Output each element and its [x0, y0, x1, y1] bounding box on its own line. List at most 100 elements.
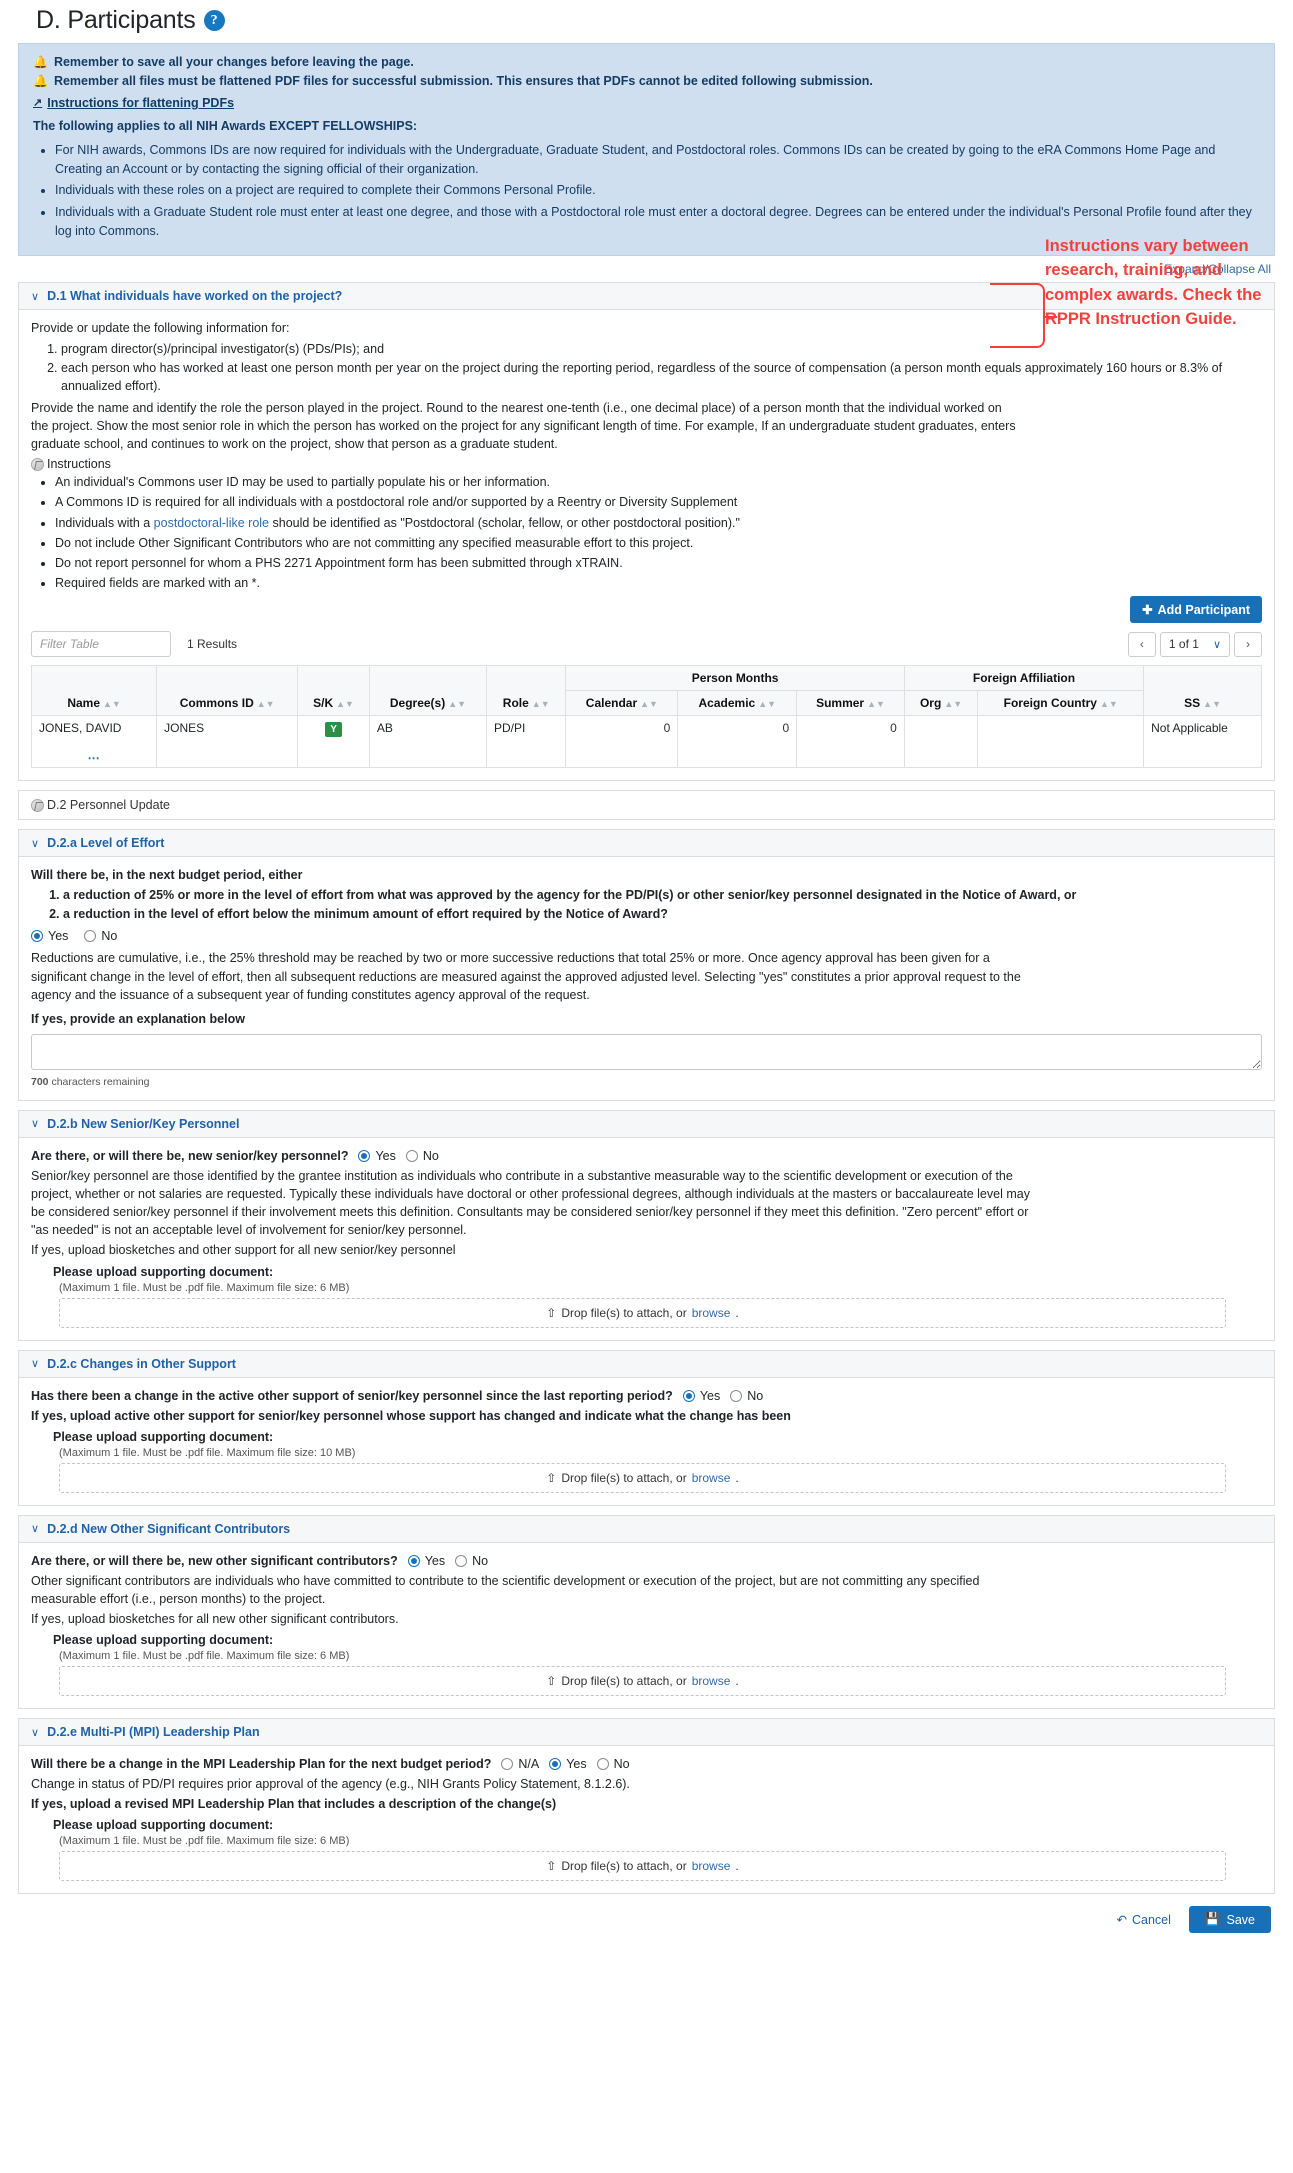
col-degrees[interactable]: Degree(s) ▲▼ [368, 665, 488, 716]
panel-d2e-title: D.2.e Multi-PI (MPI) Leadership Plan [47, 1725, 260, 1739]
d2-personnel-update-text: D.2 Personnel Update [47, 798, 170, 812]
panel-d2a-header[interactable]: ∨ D.2.a Level of Effort [19, 830, 1274, 857]
d1-instructions-header[interactable]: Instructions [31, 457, 1262, 471]
d2b-browse-link[interactable]: browse [692, 1306, 731, 1320]
list-item: Individuals with these roles on a projec… [55, 181, 1260, 200]
d2c-drop-suffix: . [735, 1470, 739, 1485]
d2c-browse-link[interactable]: browse [692, 1471, 731, 1485]
col-name[interactable]: Name ▲▼ [30, 665, 158, 716]
pager-prev-button[interactable]: ‹ [1127, 631, 1156, 657]
col-academic[interactable]: Academic ▲▼ [677, 690, 798, 716]
d2d-upload-note: (Maximum 1 file. Must be .pdf file. Maxi… [59, 1650, 350, 1662]
col-org[interactable]: Org ▲▼ [903, 690, 979, 716]
d2d-radio-yes[interactable]: Yes [407, 1554, 445, 1568]
add-participant-button[interactable]: ✚ Add Participant [1130, 596, 1262, 623]
pager-page-select[interactable]: 1 of 1 ∨ [1159, 631, 1230, 657]
panel-d1: ∨ D.1 What individuals have worked on th… [18, 282, 1275, 781]
d2c-dropzone[interactable]: ⇧ Drop file(s) to attach, or browse. [59, 1462, 1226, 1493]
list-item: each person who has worked at least one … [61, 359, 1262, 395]
table-row: JONES, DAVID ⋯ JONES Y AB PD/PI 0 0 0 No… [30, 715, 1262, 768]
d2a-explanation-textarea[interactable] [31, 1033, 1262, 1070]
d2e-upload-note: (Maximum 1 file. Must be .pdf file. Maxi… [59, 1835, 350, 1848]
d2e-radio-na[interactable]: N/A [501, 1757, 539, 1771]
d2e-radio-yes[interactable]: Yes [549, 1757, 587, 1771]
col-calendar[interactable]: Calendar ▲▼ [565, 690, 679, 716]
banner-applies-text: The following applies to all NIH Awards … [33, 119, 418, 134]
filter-table-input[interactable] [31, 631, 171, 657]
d2a-radio-yes-label: Yes [48, 929, 69, 944]
annotation-bracket [990, 283, 1057, 348]
col-org-label: Org [919, 696, 942, 710]
flattening-pdfs-link[interactable]: ↗ Instructions for flattening PDFs [33, 94, 1260, 113]
cell-calendar: 0 [565, 715, 679, 768]
d2d-paragraph-2: If yes, upload biosketches for all new o… [31, 1611, 399, 1626]
panel-d2c: ∨ D.2.c Changes in Other Support Has the… [18, 1349, 1275, 1506]
panel-d2b-header[interactable]: ∨ D.2.b New Senior/Key Personnel [19, 1110, 1274, 1138]
chevron-down-icon: ∨ [31, 1726, 40, 1739]
d2b-dropzone[interactable]: ⇧ Drop file(s) to attach, or browse. [59, 1297, 1226, 1328]
d2a-char-count-number: 700 [31, 1075, 49, 1088]
d2b-radio-no[interactable]: No [405, 1149, 439, 1163]
d2b-upload-note: (Maximum 1 file. Must be .pdf file. Maxi… [59, 1281, 350, 1294]
panel-d2d-header[interactable]: ∨ D.2.d New Other Significant Contributo… [19, 1515, 1274, 1543]
d2c-radio-yes[interactable]: Yes [682, 1389, 720, 1403]
list-item: Do not include Other Significant Contrib… [55, 534, 1262, 552]
d2a-radio-yes[interactable]: Yes [31, 929, 68, 943]
results-count: 1 Results [187, 637, 238, 651]
d2e-dropzone[interactable]: ⇧ Drop file(s) to attach, or browse. [59, 1851, 1226, 1882]
d2b-drop-suffix: . [735, 1305, 739, 1320]
col-summer[interactable]: Summer ▲▼ [796, 690, 905, 716]
pager-next-button[interactable]: › [1234, 631, 1262, 657]
sort-icon: ▲▼ [1099, 699, 1118, 709]
cancel-button[interactable]: ↶ Cancel [1106, 1906, 1181, 1934]
d2e-browse-link[interactable]: browse [692, 1859, 731, 1873]
chevron-down-icon: ∨ [31, 1523, 40, 1536]
d1-numbered-list: program director(s)/principal investigat… [31, 340, 1262, 395]
participants-table: Name ▲▼ Commons ID ▲▼ S/K ▲▼ Degree(s) ▲▼ Ro [30, 665, 1262, 768]
radio-icon [730, 1389, 743, 1402]
d2a-lead: Will there be, in the next budget period… [31, 868, 303, 882]
postdoctoral-like-role-link[interactable]: postdoctoral-like role [154, 516, 269, 530]
d2-personnel-update-label[interactable]: D.2 Personnel Update [18, 790, 1275, 820]
d2a-numbered-list: a reduction of 25% or more in the level … [31, 886, 1262, 923]
col-foreign-country-label: Foreign Country [1003, 696, 1097, 710]
d2d-upload-label: Please upload supporting document: [53, 1633, 274, 1647]
d2a-char-count: 700 characters remaining [31, 1076, 1262, 1088]
help-icon[interactable]: ? [203, 10, 225, 31]
row-actions-icon[interactable]: ⋯ [88, 751, 101, 765]
radio-icon [501, 1758, 514, 1770]
radio-icon [407, 1554, 420, 1567]
panel-d2e-body: Will there be a change in the MPI Leader… [19, 1746, 1274, 1893]
col-role[interactable]: Role ▲▼ [485, 665, 567, 716]
col-foreign-country[interactable]: Foreign Country ▲▼ [977, 690, 1145, 716]
bell-icon: 🔔 [33, 55, 48, 69]
cell-org [903, 715, 979, 768]
panel-d2d: ∨ D.2.d New Other Significant Contributo… [18, 1514, 1275, 1709]
d2a-radio-no-label: No [101, 929, 118, 944]
d2a-radio-no[interactable]: No [84, 929, 117, 943]
table-toolbar: 1 Results ‹ 1 of 1 ∨ › [31, 631, 1262, 657]
d2b-radio-yes[interactable]: Yes [358, 1149, 396, 1163]
d2d-browse-link[interactable]: browse [692, 1674, 731, 1688]
d2a-paragraph: Reductions are cumulative, i.e., the 25%… [31, 951, 1021, 1002]
panel-d2e-header[interactable]: ∨ D.2.e Multi-PI (MPI) Leadership Plan [19, 1719, 1274, 1746]
d2d-radio-no[interactable]: No [455, 1554, 488, 1568]
d2d-paragraph: Other significant contributors are indiv… [31, 1573, 980, 1606]
d2c-radio-no[interactable]: No [730, 1389, 763, 1403]
postdoc-pre: Individuals with a [55, 515, 154, 530]
d2c-question-row: Has there been a change in the active ot… [31, 1389, 1262, 1403]
d2e-radio-no[interactable]: No [596, 1757, 630, 1771]
save-button[interactable]: 💾 Save [1188, 1906, 1271, 1934]
col-commons-id[interactable]: Commons ID ▲▼ [156, 665, 299, 716]
d2d-dropzone[interactable]: ⇧ Drop file(s) to attach, or browse. [59, 1666, 1226, 1696]
radio-icon [405, 1149, 418, 1162]
d2e-paragraph: Change in status of PD/PI requires prior… [31, 1777, 630, 1791]
col-sk[interactable]: S/K ▲▼ [297, 665, 370, 716]
instructions-icon [31, 798, 44, 812]
sort-icon: ▲▼ [103, 699, 121, 709]
panel-d2c-header[interactable]: ∨ D.2.c Changes in Other Support [19, 1350, 1274, 1378]
radio-icon [84, 930, 97, 943]
banner-notice-2-text: Remember all files must be flattened PDF… [53, 74, 873, 89]
sort-icon: ▲▼ [448, 699, 467, 709]
col-ss[interactable]: SS ▲▼ [1143, 665, 1262, 716]
